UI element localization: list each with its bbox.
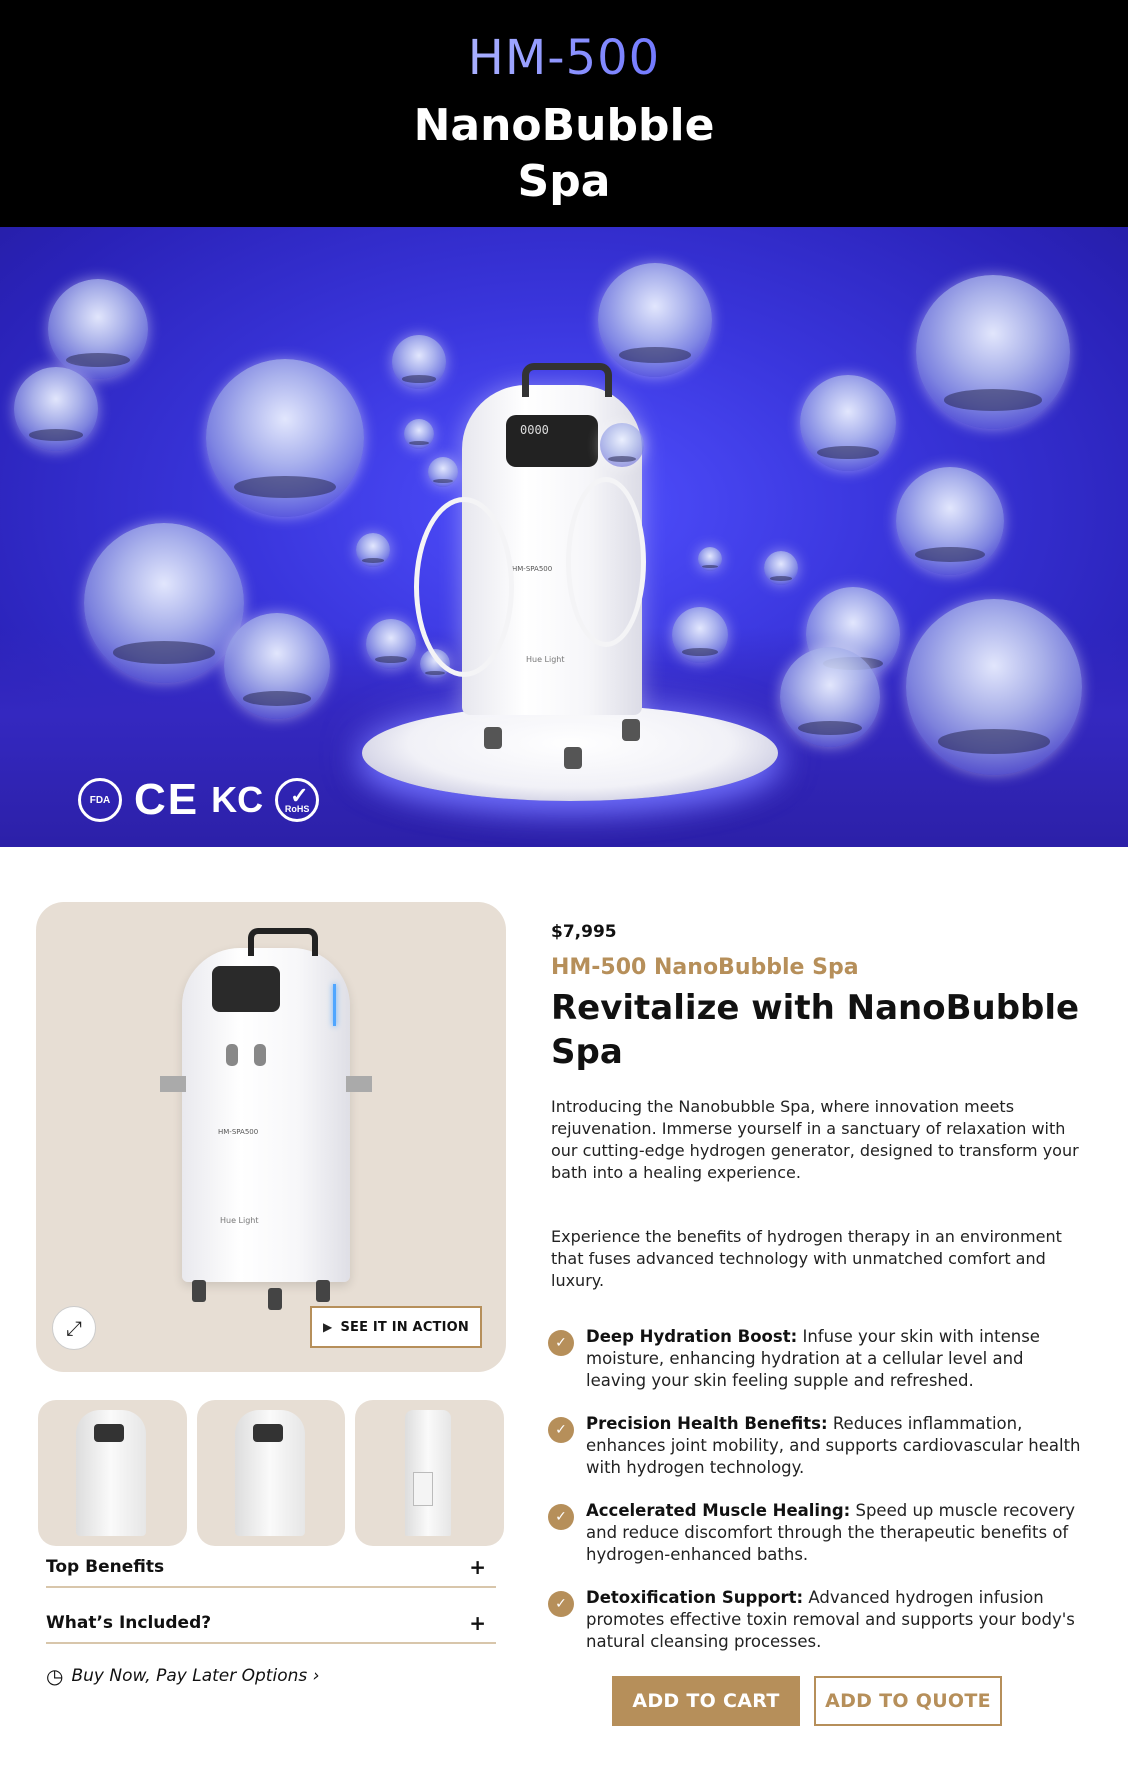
thumbnail-front-angle[interactable] — [38, 1400, 187, 1546]
control-panel — [212, 966, 280, 1012]
rohs-badge-icon: RoHS — [275, 778, 320, 822]
spa-machine-front-image: HM-SPA500 Hue Light — [160, 928, 372, 1282]
check-badge-icon: ✓ — [548, 1330, 574, 1356]
product-subtitle: HM-500 NanoBubble Spa — [551, 955, 859, 980]
outlet-knob — [226, 1044, 238, 1066]
benefit-title: Deep Hydration Boost: — [586, 1327, 798, 1346]
thumbnail-side[interactable] — [355, 1400, 505, 1546]
model-number: HM-500 — [0, 30, 1128, 86]
fda-badge-icon: FDA — [78, 778, 122, 822]
machine-wheel — [192, 1280, 206, 1302]
clock-icon: ◷ — [46, 1664, 64, 1688]
see-it-in-action-button[interactable]: ▶ SEE IT IN ACTION — [310, 1306, 482, 1348]
benefit-title: Precision Health Benefits: — [586, 1414, 828, 1433]
thumbnail-front[interactable] — [196, 1400, 346, 1546]
side-slot — [413, 1472, 434, 1506]
side-holder — [160, 1076, 186, 1092]
product-description-1: Introducing the Nanobubble Spa, where in… — [551, 1097, 1079, 1182]
benefit-item: ✓ Accelerated Muscle Healing: Speed up m… — [548, 1500, 1088, 1587]
check-badge-icon: ✓ — [548, 1591, 574, 1617]
bubble — [906, 599, 1082, 775]
buy-now-pay-later-link[interactable]: ◷ Buy Now, Pay Later Options › — [46, 1664, 319, 1688]
plus-icon: + — [469, 1611, 486, 1635]
certification-badges: FDA CE KC RoHS — [78, 775, 320, 824]
benefit-title: Accelerated Muscle Healing: — [586, 1501, 851, 1520]
thumbnail-machine — [234, 1410, 305, 1536]
product-headline: Revitalize with NanoBubble Spa — [551, 988, 1080, 1072]
bubble — [598, 263, 712, 377]
check-badge-icon: ✓ — [548, 1417, 574, 1443]
machine-brand-label: Hue Light — [526, 655, 565, 664]
plus-icon: + — [469, 1555, 486, 1579]
thumbnail-strip — [38, 1400, 505, 1546]
bubble — [14, 367, 98, 451]
benefits-list: ✓ Deep Hydration Boost: Infuse your skin… — [548, 1326, 1088, 1674]
accordion-label: Top Benefits — [46, 1557, 165, 1577]
shower-head — [600, 423, 644, 467]
bubble — [404, 419, 434, 449]
product-description-2: Experience the benefits of hydrogen ther… — [551, 1227, 1062, 1290]
machine-wheel — [622, 719, 640, 741]
expand-image-button[interactable]: ⤢ — [52, 1306, 96, 1350]
play-icon: ▶ — [323, 1320, 333, 1334]
bubble — [428, 457, 458, 487]
title-line-1: NanoBubble — [413, 100, 715, 151]
hose — [414, 497, 514, 677]
machine-wheel — [316, 1280, 330, 1302]
accordion-top-benefits[interactable]: Top Benefits + — [46, 1548, 496, 1588]
bubble — [896, 467, 1004, 575]
hero-banner: HM-SPA500 Hue Light FDA CE KC RoHS — [0, 227, 1128, 847]
bnpl-label: Buy Now, Pay Later Options › — [71, 1666, 320, 1686]
machine-model-label: HM-SPA500 — [512, 565, 553, 573]
benefit-item: ✓ Precision Health Benefits: Reduces inf… — [548, 1413, 1088, 1500]
bubble — [698, 547, 722, 571]
led-strip — [333, 984, 336, 1026]
control-panel — [506, 415, 598, 467]
accordion-label: What’s Included? — [46, 1613, 212, 1633]
bubble — [84, 523, 244, 683]
expand-icon: ⤢ — [66, 1316, 82, 1340]
control-panel — [252, 1424, 283, 1442]
machine-handle — [248, 928, 318, 956]
bubble — [206, 359, 364, 517]
bubble — [224, 613, 330, 719]
bubble — [366, 619, 416, 669]
bubble — [672, 607, 728, 663]
machine-wheel — [268, 1288, 282, 1310]
benefit-item: ✓ Deep Hydration Boost: Infuse your skin… — [548, 1326, 1088, 1413]
bubble — [392, 335, 446, 389]
product-price: $7,995 — [551, 922, 617, 942]
machine-wheel — [564, 747, 582, 769]
title-line-2: Spa — [517, 156, 611, 207]
see-it-in-action-label: SEE IT IN ACTION — [340, 1319, 469, 1335]
bubble — [356, 533, 390, 567]
bubble — [916, 275, 1070, 429]
accordion-whats-included[interactable]: What’s Included? + — [46, 1604, 496, 1644]
page-header: HM-500 NanoBubble Spa — [0, 0, 1128, 227]
machine-wheel — [484, 727, 502, 749]
ce-mark-icon: CE — [134, 775, 200, 824]
kc-mark-icon: KC — [211, 779, 264, 820]
hose — [566, 477, 646, 647]
bubble — [48, 279, 148, 379]
machine-brand-label: Hue Light — [220, 1216, 259, 1225]
add-to-quote-button[interactable]: ADD TO QUOTE — [814, 1676, 1002, 1726]
benefit-title: Detoxification Support: — [586, 1588, 804, 1607]
bubble — [800, 375, 896, 471]
outlet-knob — [254, 1044, 266, 1066]
product-main-image[interactable]: HM-SPA500 Hue Light ⤢ ▶ SEE IT IN ACTION — [36, 902, 506, 1372]
check-badge-icon: ✓ — [548, 1504, 574, 1530]
thumbnail-machine — [76, 1410, 146, 1536]
benefit-item: ✓ Detoxification Support: Advanced hydro… — [548, 1587, 1088, 1674]
page-title: NanoBubble Spa — [0, 98, 1128, 210]
side-holder — [346, 1076, 372, 1092]
machine-model-label: HM-SPA500 — [218, 1128, 259, 1136]
add-to-cart-button[interactable]: ADD TO CART — [612, 1676, 800, 1726]
bubble — [780, 647, 880, 747]
machine-handle — [522, 363, 612, 397]
control-panel — [94, 1424, 124, 1442]
bubble — [764, 551, 798, 585]
thumbnail-machine — [405, 1410, 452, 1536]
